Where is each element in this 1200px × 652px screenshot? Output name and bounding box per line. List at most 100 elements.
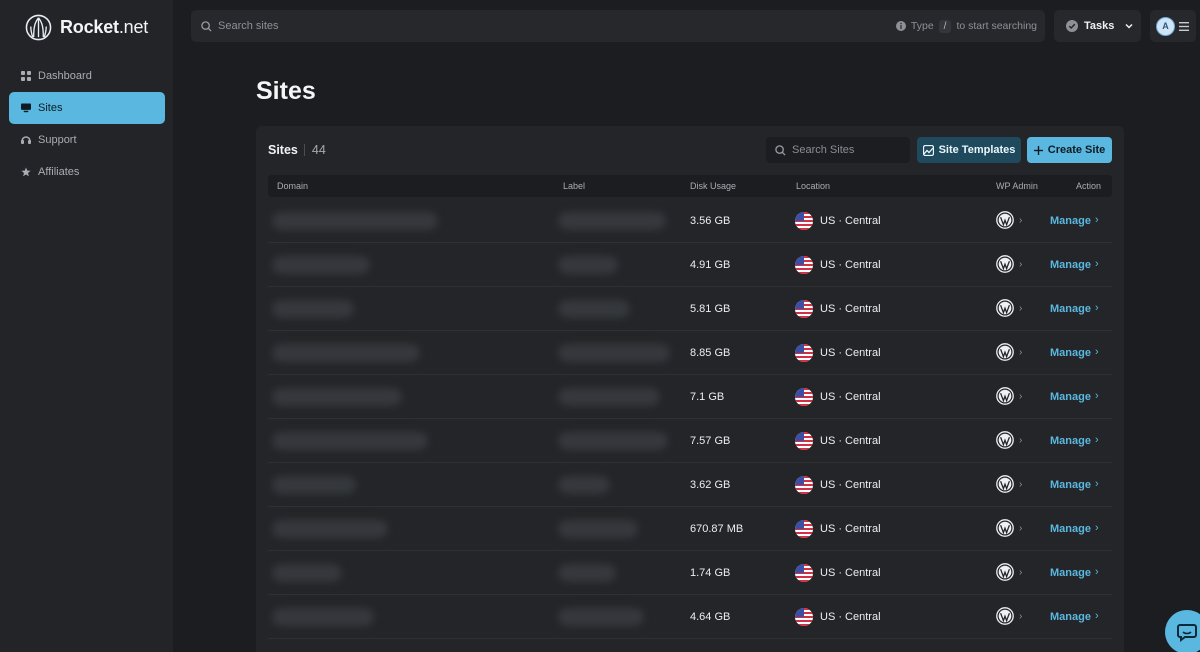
disk-usage: 670.87 MB xyxy=(690,523,744,535)
global-search-input[interactable]: Search sites Type / to start searching xyxy=(191,10,1045,42)
sites-count: 44 xyxy=(311,143,326,157)
us-flag-icon xyxy=(795,344,813,362)
manage-link[interactable]: Manage xyxy=(1050,611,1091,623)
chevron-right-icon[interactable]: › xyxy=(1095,522,1099,534)
table-row[interactable]: 5.81 GB US · Central › Manage › xyxy=(268,287,1112,331)
chat-support-button[interactable] xyxy=(1165,610,1200,652)
sidebar: Rocket.net Dashboard Sites Support Affil… xyxy=(0,0,173,652)
table-row[interactable]: 4.64 GB US · Central › Manage › xyxy=(268,595,1112,639)
us-flag-icon xyxy=(795,212,813,230)
chevron-right-icon[interactable]: › xyxy=(1019,303,1022,314)
avatar: A xyxy=(1156,16,1175,36)
table-row[interactable]: 7.57 GB US · Central › Manage › xyxy=(268,419,1112,463)
location: US · Central xyxy=(820,567,881,579)
manage-link[interactable]: Manage xyxy=(1050,567,1091,579)
wordpress-icon[interactable] xyxy=(996,475,1014,493)
disk-usage: 3.56 GB xyxy=(690,215,731,227)
location: US · Central xyxy=(820,611,881,623)
create-site-button[interactable]: Create Site xyxy=(1027,137,1112,163)
disk-usage: 8.85 GB xyxy=(690,347,731,359)
chevron-right-icon[interactable]: › xyxy=(1095,214,1099,226)
table-row[interactable]: 4.91 GB US · Central › Manage › xyxy=(268,243,1112,287)
chevron-right-icon[interactable]: › xyxy=(1095,302,1099,314)
sites-search-input[interactable]: Search Sites xyxy=(766,137,910,163)
us-flag-icon xyxy=(795,476,813,494)
hint-suffix: to start searching xyxy=(956,20,1037,32)
location: US · Central xyxy=(820,303,881,315)
sidebar-item-label: Support xyxy=(38,134,77,146)
wordpress-icon[interactable] xyxy=(996,255,1014,273)
wordpress-icon[interactable] xyxy=(996,343,1014,361)
chevron-right-icon[interactable]: › xyxy=(1019,391,1022,402)
manage-link[interactable]: Manage xyxy=(1050,435,1091,447)
wordpress-icon[interactable] xyxy=(996,387,1014,405)
hint-key: / xyxy=(938,19,952,33)
column-header-domain: Domain xyxy=(277,181,309,191)
sidebar-item-label: Affiliates xyxy=(38,166,80,178)
chevron-right-icon[interactable]: › xyxy=(1019,523,1022,534)
search-placeholder: Search sites xyxy=(218,20,279,32)
manage-link[interactable]: Manage xyxy=(1050,347,1091,359)
domain-redacted xyxy=(272,300,354,318)
manage-link[interactable]: Manage xyxy=(1050,259,1091,271)
chevron-right-icon[interactable]: › xyxy=(1095,478,1099,490)
chevron-right-icon[interactable]: › xyxy=(1019,215,1022,226)
location: US · Central xyxy=(820,347,881,359)
chevron-right-icon[interactable]: › xyxy=(1019,567,1022,578)
table-row[interactable]: 1.74 GB US · Central › Manage › xyxy=(268,551,1112,595)
manage-link[interactable]: Manage xyxy=(1050,523,1091,535)
us-flag-icon xyxy=(795,300,813,318)
sidebar-item-affiliates[interactable]: Affiliates xyxy=(9,156,165,188)
us-flag-icon xyxy=(795,256,813,274)
chevron-right-icon[interactable]: › xyxy=(1019,347,1022,358)
chevron-right-icon[interactable]: › xyxy=(1095,434,1099,446)
site-templates-button[interactable]: Site Templates xyxy=(917,137,1021,163)
info-icon xyxy=(895,21,906,31)
wordpress-icon[interactable] xyxy=(996,299,1014,317)
grid-icon xyxy=(21,71,31,81)
chevron-right-icon[interactable]: › xyxy=(1095,258,1099,270)
wordpress-icon[interactable] xyxy=(996,563,1014,581)
us-flag-icon xyxy=(795,608,813,626)
label-redacted xyxy=(558,432,668,450)
manage-link[interactable]: Manage xyxy=(1050,303,1091,315)
table-row[interactable]: 8.85 GB US · Central › Manage › xyxy=(268,331,1112,375)
manage-link[interactable]: Manage xyxy=(1050,391,1091,403)
sidebar-item-dashboard[interactable]: Dashboard xyxy=(9,60,165,92)
tasks-button[interactable]: Tasks xyxy=(1054,10,1141,42)
wordpress-icon[interactable] xyxy=(996,211,1014,229)
user-menu-button[interactable]: A xyxy=(1150,10,1196,42)
table-row[interactable]: 7.1 GB US · Central › Manage › xyxy=(268,375,1112,419)
label-redacted xyxy=(558,256,618,274)
domain-redacted xyxy=(272,476,356,494)
sidebar-nav: Dashboard Sites Support Affiliates xyxy=(9,60,165,188)
label-redacted xyxy=(558,608,644,626)
label-redacted xyxy=(558,388,660,406)
sites-card: Sites 44 Search Sites Site Templates Cre… xyxy=(256,126,1124,652)
logo[interactable]: Rocket.net xyxy=(25,14,148,41)
site-templates-label: Site Templates xyxy=(938,144,1016,156)
wordpress-icon[interactable] xyxy=(996,519,1014,537)
wordpress-icon[interactable] xyxy=(996,607,1014,625)
plus-icon xyxy=(1033,145,1043,155)
table-row[interactable]: 3.62 GB US · Central › Manage › xyxy=(268,463,1112,507)
chevron-right-icon[interactable]: › xyxy=(1019,479,1022,490)
rocket-logo-icon xyxy=(25,14,52,41)
chevron-right-icon[interactable]: › xyxy=(1095,390,1099,402)
page-title: Sites xyxy=(256,77,316,105)
chevron-right-icon[interactable]: › xyxy=(1095,566,1099,578)
table-row[interactable]: 3.56 GB US · Central › Manage › xyxy=(268,199,1112,243)
chevron-right-icon[interactable]: › xyxy=(1019,259,1022,270)
domain-redacted xyxy=(272,344,420,362)
sidebar-item-support[interactable]: Support xyxy=(9,124,165,156)
wordpress-icon[interactable] xyxy=(996,431,1014,449)
table-row[interactable]: 670.87 MB US · Central › Manage › xyxy=(268,507,1112,551)
chevron-right-icon[interactable]: › xyxy=(1019,435,1022,446)
sidebar-item-sites[interactable]: Sites xyxy=(9,92,165,124)
chevron-right-icon[interactable]: › xyxy=(1019,611,1022,622)
disk-usage: 3.62 GB xyxy=(690,479,731,491)
manage-link[interactable]: Manage xyxy=(1050,215,1091,227)
manage-link[interactable]: Manage xyxy=(1050,479,1091,491)
chevron-right-icon[interactable]: › xyxy=(1095,346,1099,358)
chevron-right-icon[interactable]: › xyxy=(1095,610,1099,622)
